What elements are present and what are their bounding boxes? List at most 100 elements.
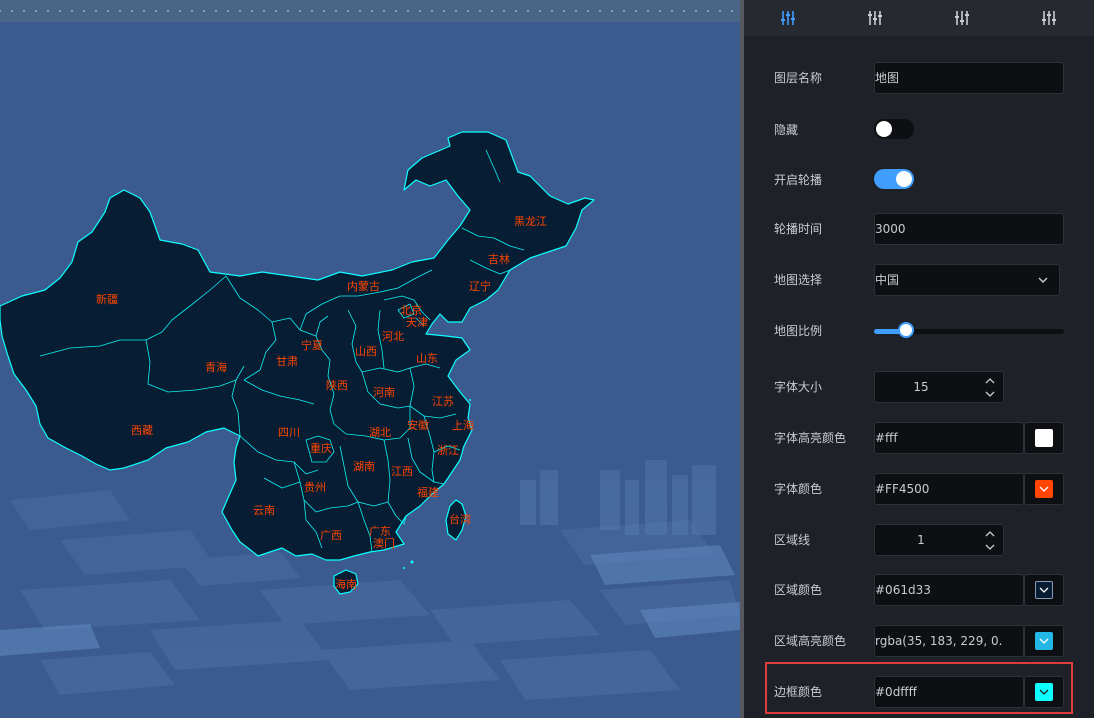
province-label: 台湾 (449, 512, 471, 526)
province-label: 天津 (406, 316, 428, 329)
font-size-label: 字体大小 (774, 380, 823, 394)
province-label: 重庆 (310, 441, 332, 455)
increment-button[interactable] (981, 374, 999, 388)
province-label: 湖南 (353, 460, 375, 473)
chevron-down-icon (1038, 277, 1048, 283)
border-color-picker[interactable] (1024, 676, 1064, 708)
province-label: 内蒙古 (347, 279, 380, 293)
layer-name-label: 图层名称 (774, 71, 823, 85)
province-label: 辽宁 (469, 279, 491, 293)
province-label: 广西 (320, 529, 342, 542)
region-color-label: 区域颜色 (774, 583, 823, 597)
province-label: 北京 (400, 303, 422, 317)
sliders-icon (781, 11, 795, 25)
row-layer-name: 图层名称 地图 (744, 62, 1094, 94)
province-label: 福建 (417, 485, 439, 499)
map-select-dropdown[interactable]: 中国 (874, 264, 1060, 296)
row-map-select: 地图选择 中国 (744, 264, 1094, 296)
layer-name-input[interactable]: 地图 (874, 62, 1064, 94)
province-label: 江苏 (432, 395, 454, 408)
decrement-button[interactable] (981, 540, 999, 554)
chevron-down-icon (1039, 486, 1049, 492)
province-label: 四川 (278, 426, 300, 439)
chevron-down-icon (1039, 689, 1049, 695)
carousel-toggle[interactable] (874, 169, 914, 189)
row-region-color: 区域颜色 #061d33 (744, 574, 1094, 606)
font-size-stepper[interactable]: 15 (874, 371, 1004, 403)
map-select-value: 中国 (875, 273, 900, 287)
color-swatch (1035, 480, 1053, 498)
color-swatch (1035, 683, 1053, 701)
region-color-picker[interactable] (1024, 574, 1064, 606)
tab-advanced[interactable] (1019, 0, 1079, 36)
font-color-label: 字体颜色 (774, 482, 823, 496)
row-hidden: 隐藏 (744, 114, 1094, 146)
region-color-input[interactable]: #061d33 (874, 574, 1024, 606)
row-map-scale: 地图比例 (744, 315, 1094, 347)
province-label: 吉林 (488, 252, 510, 266)
chevron-down-icon (1039, 587, 1049, 593)
map-canvas[interactable]: 新疆 西藏 青海 甘肃 内蒙古 黑龙江 吉林 辽宁 北京 天津 河北 山西 宁夏… (0, 0, 740, 718)
map-scale-slider[interactable] (874, 322, 1064, 338)
hidden-toggle[interactable] (874, 119, 914, 139)
font-size-value: 15 (913, 380, 929, 394)
carousel-time-label: 轮播时间 (774, 222, 823, 236)
tab-data[interactable] (845, 0, 905, 36)
region-line-value: 1 (917, 533, 925, 547)
increment-button[interactable] (981, 527, 999, 541)
row-font-size: 字体大小 15 (744, 371, 1094, 403)
region-line-label: 区域线 (774, 533, 811, 547)
font-color-input[interactable]: #FF4500 (874, 473, 1024, 505)
row-font-highlight-color: 字体高亮颜色 #fff (744, 422, 1094, 454)
font-highlight-color-picker[interactable] (1024, 422, 1064, 454)
map-select-label: 地图选择 (774, 273, 823, 287)
province-label: 宁夏 (301, 338, 323, 352)
row-region-highlight-color: 区域高亮颜色 rgba(35, 183, 229, 0. (744, 625, 1094, 657)
province-label: 新疆 (96, 292, 118, 306)
province-label: 海南 (335, 577, 357, 591)
border-color-input[interactable]: #0dffff (874, 676, 1024, 708)
region-highlight-color-input[interactable]: rgba(35, 183, 229, 0. (874, 625, 1024, 657)
china-map[interactable]: 新疆 西藏 青海 甘肃 内蒙古 黑龙江 吉林 辽宁 北京 天津 河北 山西 宁夏… (0, 0, 740, 718)
row-carousel-time: 轮播时间 3000 (744, 213, 1094, 245)
chevron-up-icon (985, 378, 995, 384)
toggle-knob (876, 121, 892, 137)
carousel-time-input[interactable]: 3000 (874, 213, 1064, 245)
decrement-button[interactable] (981, 387, 999, 401)
chevron-down-icon (1039, 638, 1049, 644)
province-label: 上海 (452, 418, 474, 432)
font-color-picker[interactable] (1024, 473, 1064, 505)
mainland-region (0, 131, 595, 561)
chevron-up-icon (985, 531, 995, 537)
tab-interaction[interactable] (932, 0, 992, 36)
province-label: 河南 (373, 386, 395, 399)
row-border-color: 边框颜色 #0dffff (744, 676, 1094, 708)
sliders-icon (868, 11, 882, 25)
province-label: 浙江 (437, 444, 459, 457)
tab-style[interactable] (758, 0, 818, 36)
hidden-label: 隐藏 (774, 123, 799, 137)
map-scale-label: 地图比例 (774, 324, 823, 338)
row-region-line: 区域线 1 (744, 524, 1094, 556)
province-label: 黑龙江 (514, 215, 547, 228)
province-label: 安徽 (407, 418, 429, 432)
province-label: 河北 (382, 330, 404, 343)
region-line-stepper[interactable]: 1 (874, 524, 1004, 556)
slider-thumb[interactable] (898, 322, 915, 338)
province-label: 山西 (355, 345, 377, 358)
app-root: 新疆 西藏 青海 甘肃 内蒙古 黑龙江 吉林 辽宁 北京 天津 河北 山西 宁夏… (0, 0, 1094, 718)
panel-tabs (744, 0, 1094, 36)
color-swatch (1035, 632, 1053, 650)
properties-panel: 图层名称 地图 隐藏 开启轮播 轮播时间 3000 地图选择 中国 地图比例 字… (744, 0, 1094, 718)
carousel-label: 开启轮播 (774, 173, 823, 187)
province-label: 西藏 (131, 424, 153, 437)
font-highlight-color-input[interactable]: #fff (874, 422, 1024, 454)
row-carousel: 开启轮播 (744, 164, 1094, 196)
region-highlight-color-picker[interactable] (1024, 625, 1064, 657)
font-highlight-color-label: 字体高亮颜色 (774, 431, 847, 445)
province-label: 甘肃 (276, 355, 298, 368)
sliders-icon (1042, 11, 1056, 25)
sliders-icon (955, 11, 969, 25)
province-label: 陕西 (326, 378, 348, 392)
row-font-color: 字体颜色 #FF4500 (744, 473, 1094, 505)
